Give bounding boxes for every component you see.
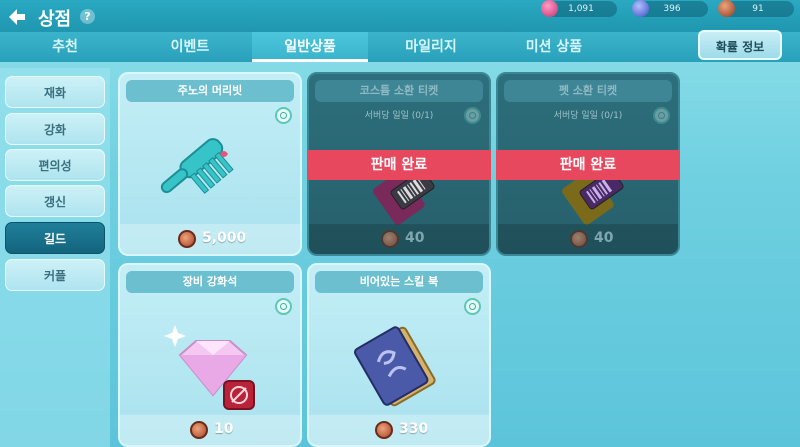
sidebar-item-convenience[interactable]: 편의성 (5, 149, 105, 181)
tab-event[interactable]: 이벤트 (140, 32, 240, 62)
currency-pink-gem: 1,091 (541, 0, 617, 17)
pink-gem-icon (541, 0, 558, 17)
sold-out-banner: 판매 완료 (496, 150, 680, 180)
blue-gem-icon (632, 0, 649, 17)
product-card-costume-ticket[interactable]: 코스튬 소환 티켓 서버당 일일 (0/1) 판매 완료 40 (307, 72, 491, 256)
price-value: 40 (594, 230, 614, 246)
sidebar-item-currency[interactable]: 재화 (5, 76, 105, 108)
sidebar-item-couple[interactable]: 커플 (5, 259, 105, 291)
price-bar: 10 (120, 415, 300, 445)
copper-coin-icon (570, 230, 588, 248)
sidebar-item-enhance[interactable]: 강화 (5, 113, 105, 145)
currency-copper-coin: 91 (718, 0, 794, 17)
product-card-pet-ticket[interactable]: 펫 소환 티켓 서버당 일일 (0/1) 판매 완료 40 (496, 72, 680, 256)
page-title: 상점 (38, 9, 72, 30)
probability-info-button[interactable]: 확률 정보 (698, 30, 782, 60)
price-value: 40 (405, 230, 425, 246)
copper-coin-icon (381, 230, 399, 248)
tab-bar: 추천 이벤트 일반상품 마일리지 미션 상품 (0, 32, 800, 62)
copper-coin-icon (375, 421, 393, 439)
category-sidebar: 재화 강화 편의성 갱신 길드 커플 (0, 68, 110, 447)
back-arrow-icon[interactable] (6, 6, 28, 28)
price-bar: 40 (309, 224, 489, 254)
currency-blue-gem: 396 (632, 0, 708, 17)
price-value: 330 (399, 421, 429, 437)
product-card-skill-book[interactable]: 비어있는 스킬 북 330 (307, 263, 491, 447)
sidebar-item-guild[interactable]: 길드 (5, 222, 105, 254)
copper-coin-icon (718, 0, 735, 17)
price-bar: 330 (309, 415, 489, 445)
tab-mileage[interactable]: 마일리지 (380, 32, 482, 62)
price-value: 5,000 (202, 230, 247, 246)
tab-mission-goods[interactable]: 미션 상품 (500, 32, 608, 62)
tab-general-goods[interactable]: 일반상품 (252, 32, 368, 62)
sidebar-item-refresh[interactable]: 갱신 (5, 185, 105, 217)
copper-coin-icon (178, 230, 196, 248)
price-bar: 5,000 (120, 224, 300, 254)
price-bar: 40 (498, 224, 678, 254)
product-card-enhance-stone[interactable]: 장비 강화석 10 (118, 263, 302, 447)
sold-out-banner: 판매 완료 (307, 150, 491, 180)
price-value: 10 (214, 421, 234, 437)
question-icon[interactable]: ? (80, 9, 95, 24)
product-card-comb[interactable]: 주노의 머리빗 5,000 (118, 72, 302, 256)
top-bar: 상점 ? 1,091 396 91 (0, 0, 800, 36)
tab-recommended[interactable]: 추천 (20, 32, 110, 62)
copper-coin-icon (190, 421, 208, 439)
